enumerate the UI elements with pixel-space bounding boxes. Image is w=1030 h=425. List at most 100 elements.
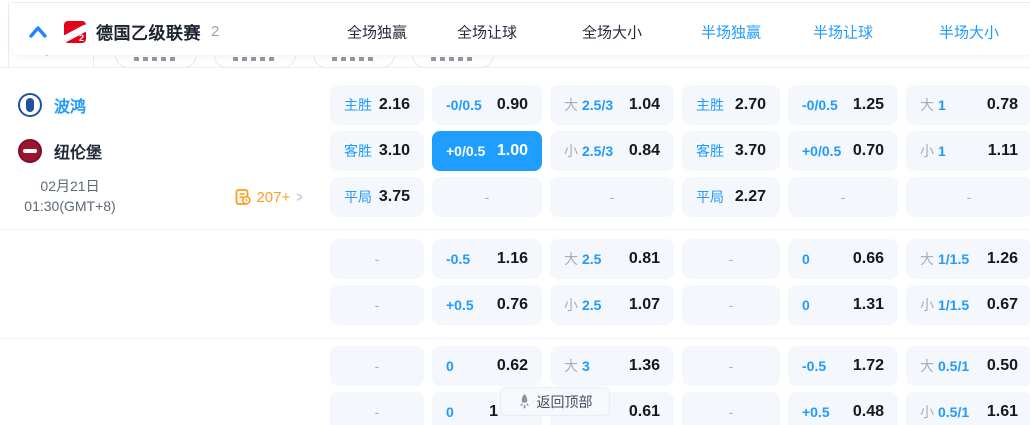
odds-block: 波鸿 主胜 2.16 -0/0.5 0.90 大 2.5/3 1.04 主胜 2.70 -0/0.5…	[0, 68, 1030, 230]
ou-line: 大 0.5/1	[920, 356, 969, 376]
odds-value: 0.67	[986, 296, 1018, 313]
odds-cell[interactable]: 小 2.5 1.07	[550, 285, 674, 325]
odds-cell[interactable]: 大 3 1.36	[550, 346, 674, 386]
odds-value: 3.75	[378, 188, 410, 205]
odds-cell[interactable]: 客胜 3.10	[330, 131, 424, 171]
handicap-label: +0.5	[446, 297, 474, 313]
row-side	[0, 285, 322, 325]
ou-direction: 小	[920, 143, 934, 159]
ou-direction: 小	[920, 404, 934, 420]
odds-blocks: 波鸿 主胜 2.16 -0/0.5 0.90 大 2.5/3 1.04 主胜 2.70 -0/0.5…	[0, 68, 1030, 425]
ou-direction: 大	[920, 251, 934, 267]
ou-handicap: 2.5/3	[582, 143, 614, 159]
odds-cell[interactable]: 小 1/1.5 0.67	[906, 285, 1030, 325]
ou-line: 小1	[920, 141, 946, 161]
handicap-label: +0/0.5	[802, 143, 842, 159]
odds-cell[interactable]: -0/0.5 1.25	[788, 85, 898, 125]
league-match-count: 2	[211, 23, 220, 40]
odds-cell-empty: -	[330, 239, 424, 279]
odds-cell-empty: -	[330, 285, 424, 325]
odds-cell[interactable]: +0.5 0.48	[788, 392, 898, 425]
handicap-label: -0.5	[446, 251, 471, 267]
odds-cell[interactable]: 主胜 2.70	[682, 85, 780, 125]
away-team-logo	[18, 139, 42, 163]
ou-handicap: 0.5/1	[938, 358, 970, 374]
ou-direction: 大	[564, 358, 578, 374]
tab-fulltime-moneyline[interactable]: 全场独赢	[347, 21, 407, 42]
odds-block: - -0.5 1.16 大 2.5 0.81-0 0.66 大 1/1.5 1.26- +0.5 0.…	[0, 230, 1030, 339]
outcome-label: 主胜	[696, 97, 724, 113]
odds-value: 0.48	[852, 403, 884, 420]
more-odds-link[interactable]: 207+ >	[235, 189, 304, 206]
tab-fulltime-handicap[interactable]: 全场让球	[457, 21, 517, 42]
odds-value: 1.26	[986, 250, 1018, 267]
home-team-name: 波鸿	[54, 99, 87, 116]
odds-cell[interactable]: 小 2.5/3 0.84	[550, 131, 674, 171]
chevron-up-icon	[29, 25, 47, 38]
odds-cell-selected[interactable]: +0/0.5 1.00	[432, 131, 542, 171]
away-team-name: 纽伦堡	[54, 145, 103, 162]
odds-cell[interactable]: -0.5 1.16	[432, 239, 542, 279]
tab-halftime-overunder[interactable]: 半场大小	[939, 21, 999, 42]
markets-count: 207+	[256, 188, 291, 206]
odds-cell-empty: -	[432, 177, 542, 217]
odds-cell[interactable]: -0.5 1.72	[788, 346, 898, 386]
odds-cell[interactable]: 大 1/1.5 1.26	[906, 239, 1030, 279]
odds-cell[interactable]: 小 0.5/1 1.61	[906, 392, 1030, 425]
ou-direction: 小	[564, 143, 578, 159]
match-time: 01:30(GMT+8)	[24, 198, 116, 214]
odds-cell[interactable]: 0 1.31	[788, 285, 898, 325]
odds-value: 2.27	[734, 188, 766, 205]
handicap-label: 0	[446, 358, 454, 374]
handicap-label: 0	[446, 404, 454, 420]
odds-cell[interactable]: -0/0.5 0.90	[432, 85, 542, 125]
ou-line: 大1	[920, 95, 946, 115]
ou-direction: 大	[564, 251, 578, 267]
chevron-right-icon: >	[296, 188, 303, 206]
ou-line: 小 2.5/3	[564, 141, 613, 161]
odds-value: 0.61	[628, 403, 660, 420]
ou-direction: 大	[564, 97, 578, 113]
odds-value: 0.84	[628, 142, 660, 159]
odds-cell[interactable]: 0 0.66	[788, 239, 898, 279]
odds-cell[interactable]: 客胜 3.70	[682, 131, 780, 171]
odds-value: 3.10	[378, 142, 410, 159]
odds-value: 3.70	[734, 142, 766, 159]
odds-cell[interactable]: 0 0.62	[432, 346, 542, 386]
odds-cell[interactable]: 平局 2.27	[682, 177, 780, 217]
collapse-button[interactable]	[28, 24, 48, 40]
odds-value: 0.62	[496, 357, 528, 374]
odds-cell[interactable]: +0/0.5 0.70	[788, 131, 898, 171]
outcome-label: 客胜	[344, 143, 372, 159]
odds-cell-empty: -	[682, 392, 780, 425]
tab-halftime-handicap[interactable]: 半场让球	[813, 21, 873, 42]
outcome-label: 平局	[696, 189, 724, 205]
odds-value: 0.90	[496, 96, 528, 113]
odds-cell[interactable]: 大 2.5/3 1.04	[550, 85, 674, 125]
odds-value: 2.70	[734, 96, 766, 113]
odds-cell[interactable]: 小 1 1.11	[906, 131, 1030, 171]
odds-cell[interactable]: +0.5 0.76	[432, 285, 542, 325]
odds-value: 1.04	[628, 96, 660, 113]
odds-cell-empty: -	[682, 346, 780, 386]
team-row-away[interactable]: 纽伦堡	[0, 131, 322, 171]
row-side	[0, 392, 322, 425]
rocket-icon	[519, 394, 529, 409]
team-row-home[interactable]: 波鸿	[0, 85, 322, 125]
tab-halftime-moneyline[interactable]: 半场独赢	[701, 21, 761, 42]
ou-handicap: 1/1.5	[938, 297, 970, 313]
odds-value: 1.31	[852, 296, 884, 313]
odds-cell[interactable]: 大 2.5 0.81	[550, 239, 674, 279]
ou-handicap: 1/1.5	[938, 251, 970, 267]
odds-cell[interactable]: 大 1 0.78	[906, 85, 1030, 125]
tab-fulltime-overunder[interactable]: 全场大小	[582, 21, 642, 42]
odds-cell[interactable]: 大 0.5/1 0.50	[906, 346, 1030, 386]
odds-cell[interactable]: 主胜 2.16	[330, 85, 424, 125]
odds-cell[interactable]: 平局 3.75	[330, 177, 424, 217]
ou-direction: 大	[920, 358, 934, 374]
left-divider	[8, 2, 9, 67]
handicap-label: -0/0.5	[802, 97, 838, 113]
back-to-top-button[interactable]: 返回顶部	[501, 388, 609, 415]
outcome-label: 客胜	[696, 143, 724, 159]
ou-line: 大3	[564, 356, 590, 376]
